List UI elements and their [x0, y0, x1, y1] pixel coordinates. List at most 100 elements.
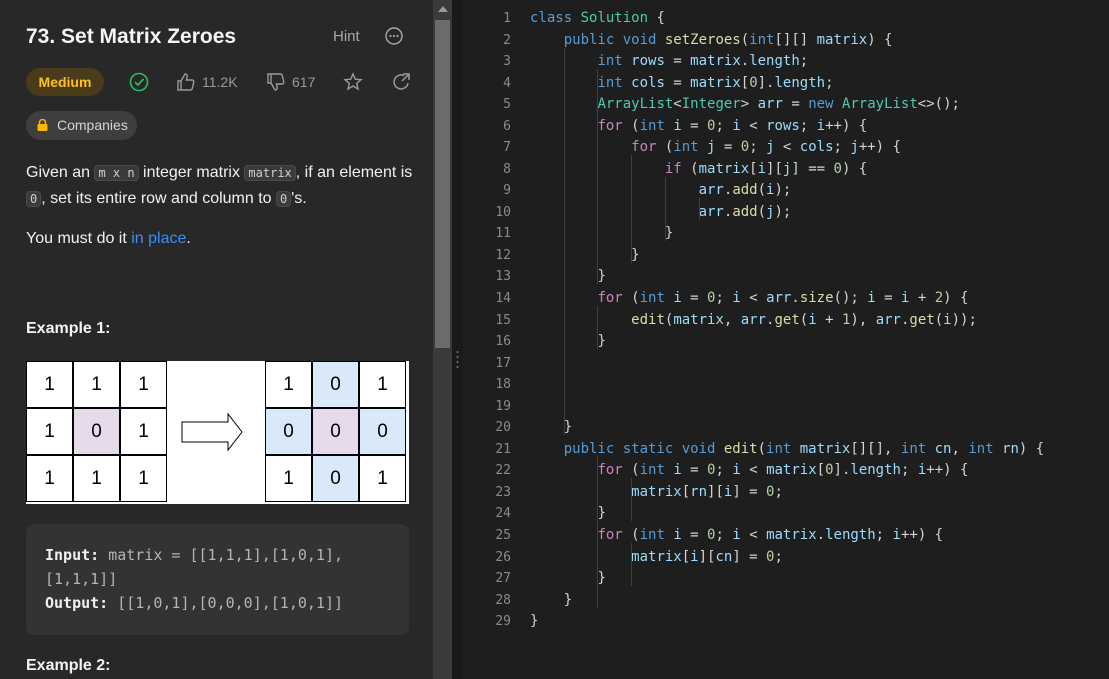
code-token: ( — [757, 182, 767, 199]
code-token: [][], — [850, 440, 901, 457]
code-line[interactable]: public void setZeroes(int[][] matrix) { — [530, 32, 893, 48]
code-token: rows — [766, 117, 800, 134]
code-token: public void — [563, 31, 665, 48]
code-line[interactable]: } — [530, 247, 639, 263]
code-token: rows — [631, 53, 665, 70]
code-token: ; — [825, 74, 834, 91]
line-number: 26 — [495, 549, 511, 565]
more-icon[interactable] — [385, 27, 403, 45]
code-editor[interactable]: 1 class Solution {2 public void setZeroes… — [463, 0, 1109, 679]
code-token: arr — [875, 311, 901, 328]
dislikes-count: 617 — [292, 74, 316, 90]
code-line[interactable]: for (int i = 0; i < arr.size(); i = i + … — [530, 290, 968, 306]
code-line[interactable]: int cols = matrix[0].length; — [530, 74, 834, 91]
code-line[interactable]: } — [530, 592, 572, 608]
code-line[interactable]: } — [530, 570, 605, 586]
code-token: for — [597, 290, 632, 307]
code-token: ), — [850, 311, 876, 328]
code-line[interactable]: if (matrix[i][j] == 0) { — [530, 161, 867, 177]
line-number: 16 — [495, 334, 511, 350]
code-token: i — [917, 462, 927, 479]
code-line[interactable]: int rows = matrix.length; — [530, 53, 808, 69]
code-line[interactable]: } — [530, 505, 606, 522]
code-line[interactable]: arr.add(i); — [530, 182, 792, 199]
before_grid-cell: 1 — [73, 455, 120, 502]
code-token: matrix — [799, 440, 851, 457]
code-line[interactable]: } — [530, 333, 605, 349]
code-token: length — [749, 53, 800, 70]
code-line[interactable]: } — [530, 419, 572, 435]
line-number: 7 — [503, 140, 511, 156]
code-line[interactable]: for (int i = 0; i < matrix.length; i++) … — [530, 527, 943, 543]
code-token: 2 — [934, 290, 944, 307]
indent-guide — [631, 155, 633, 263]
code-line[interactable]: for (int j = 0; j < cols; j++) { — [530, 139, 901, 155]
code-token: = — [715, 139, 741, 156]
problem-scrollbar[interactable] — [433, 0, 452, 679]
star-icon[interactable] — [343, 72, 363, 92]
note-text: You must do it — [26, 230, 132, 247]
code-line[interactable]: ArrayList<Integer> arr = new ArrayList<>… — [530, 96, 960, 112]
code-token: )); — [951, 311, 977, 328]
example-1-image: 111101111101000101 — [26, 361, 409, 504]
code-token: int — [639, 526, 674, 543]
code-token: matrix — [673, 311, 724, 328]
thumbs-up-icon[interactable] — [176, 72, 196, 92]
input-line: Input: matrix = [[1,1,1],[1,0,1], — [45, 543, 343, 567]
code-token: ++) { — [825, 117, 868, 134]
code-token: + — [816, 311, 842, 328]
line-number: 9 — [503, 183, 511, 199]
line-number: 6 — [503, 118, 511, 134]
in-place-note: You must do it in place. — [26, 230, 191, 248]
code-line[interactable]: class Solution { — [530, 10, 665, 26]
code-token: , — [951, 440, 969, 457]
grip-icon[interactable] — [456, 350, 459, 372]
companies-button[interactable]: Companies — [26, 111, 137, 140]
code-token: = — [664, 74, 691, 91]
code-token: 0 — [833, 160, 842, 177]
scroll-up-icon[interactable] — [438, 6, 448, 12]
code-token: length — [774, 74, 826, 91]
code-line[interactable]: for (int i = 0; i < rows; i++) { — [530, 118, 867, 134]
code-token: ] == — [791, 160, 834, 177]
code-token: j — [850, 139, 859, 156]
example-1-title: Example 1: — [26, 320, 111, 337]
code-line[interactable]: matrix[i][cn] = 0; — [530, 549, 783, 565]
code-token: i — [673, 526, 682, 543]
share-icon[interactable] — [392, 72, 412, 92]
code-token: size — [799, 290, 834, 307]
code-line[interactable]: } — [530, 225, 673, 241]
desc-text: 's. — [291, 190, 307, 207]
code-token: matrix — [766, 462, 817, 479]
code-line[interactable]: } — [530, 613, 538, 629]
line-number: 12 — [495, 247, 511, 263]
code-line[interactable]: for (int i = 0; i < matrix[0].length; i+… — [530, 462, 968, 478]
code-token: get — [774, 311, 800, 328]
code-token: cols — [799, 139, 834, 156]
code-line[interactable]: matrix[rn][i] = 0; — [530, 484, 783, 500]
code-token: ; — [799, 117, 817, 134]
code-line[interactable]: public static void edit(int matrix[][], … — [530, 440, 1045, 457]
before_grid-cell: 1 — [73, 361, 120, 408]
code-token: ] = — [732, 483, 767, 500]
panel-splitter[interactable] — [452, 0, 463, 679]
thumbs-down-icon[interactable] — [266, 72, 286, 92]
scrollbar-thumb[interactable] — [435, 20, 450, 348]
in-place-link[interactable]: in place — [131, 230, 186, 247]
code-line[interactable]: } — [530, 268, 605, 284]
inline-code: matrix — [244, 165, 296, 181]
code-token: ) { — [943, 290, 969, 307]
code-token: i — [673, 290, 682, 307]
code-token: ]. — [757, 74, 775, 91]
code-line[interactable]: arr.add(j); — [530, 204, 792, 220]
code-token: ; — [774, 548, 783, 565]
hint-button[interactable]: Hint — [333, 28, 360, 45]
desc-text: Given an — [26, 164, 95, 181]
after_grid-cell: 1 — [359, 455, 406, 502]
inline-code: m x n — [94, 165, 139, 181]
code-token: } — [597, 505, 606, 522]
code-token: cn — [934, 440, 952, 457]
line-number: 22 — [495, 463, 511, 479]
code-token: matrix — [690, 53, 741, 70]
